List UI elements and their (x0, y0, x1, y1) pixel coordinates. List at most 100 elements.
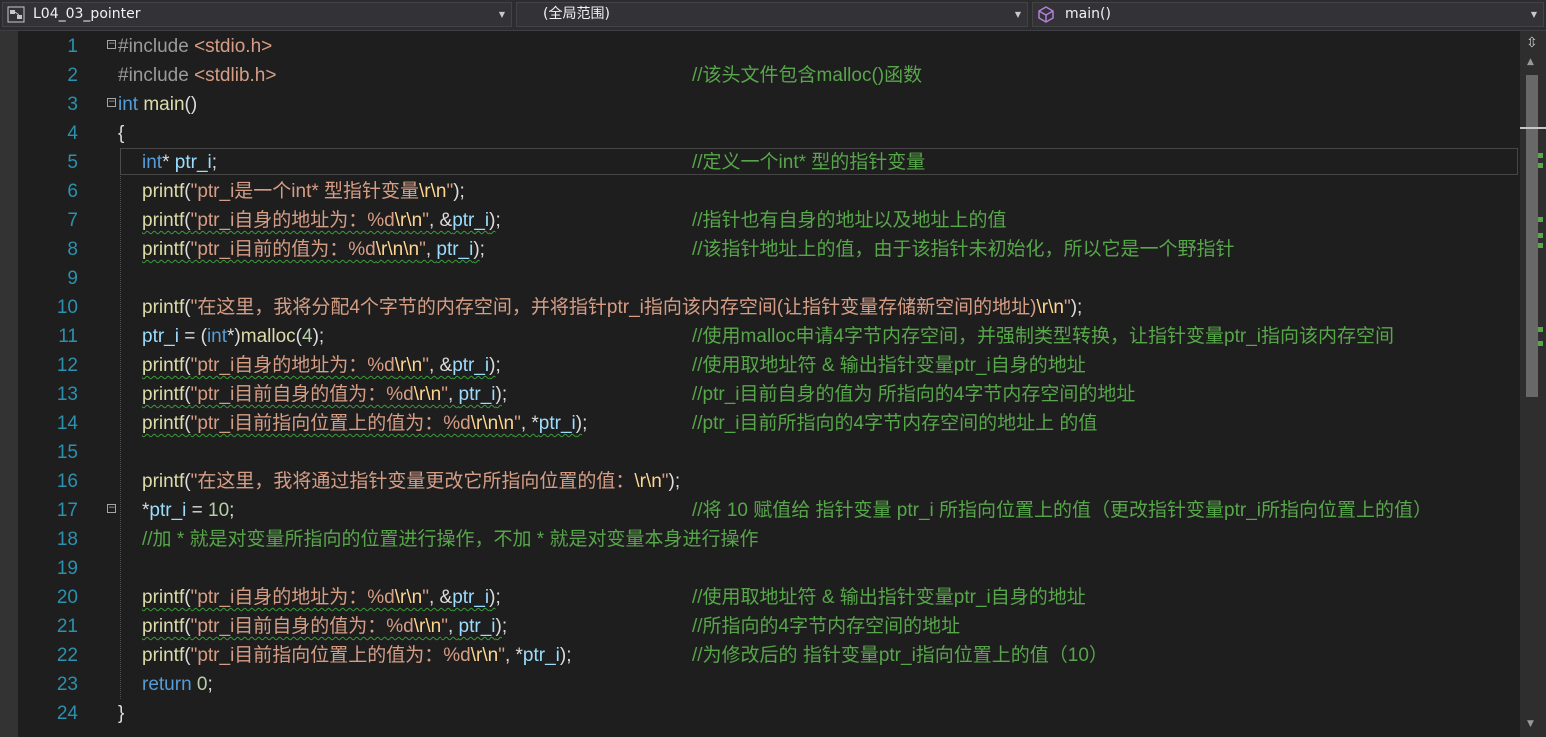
code-line[interactable]: 3 − int main() (0, 90, 1520, 119)
change-marker (1538, 163, 1543, 168)
line-number: 1 (67, 36, 78, 57)
line-number: 21 (56, 616, 78, 637)
chevron-down-icon: ▼ (1530, 10, 1537, 19)
member-dropdown[interactable]: main() ▼ (1032, 2, 1544, 27)
code-line[interactable]: 2 #include <stdlib.h> //该头文件包含malloc()函数 (0, 61, 1520, 90)
project-icon (7, 6, 25, 23)
scroll-up-icon[interactable]: ▲ (1527, 57, 1534, 67)
code-comment: //使用取地址符 & 输出指针变量ptr_i自身的地址 (692, 355, 1086, 376)
collapse-icon[interactable]: − (107, 504, 116, 513)
code-line[interactable]: 14 printf("ptr_i目前指向位置上的值为：%d\r\n\n", *pt… (0, 409, 1520, 438)
line-number: 24 (56, 703, 78, 724)
code-line[interactable]: 4{ (0, 119, 1520, 148)
line-number: 18 (56, 529, 78, 550)
code-text: #include <stdio.h> (118, 36, 273, 57)
navigation-bar: L04_03_pointer ▼ (全局范围) ▼ main() ▼ (0, 0, 1546, 31)
code-text: int main() (118, 94, 198, 115)
code-text: printf("ptr_i是一个int* 型指针变量\r\n"); (142, 181, 465, 202)
code-comment: //该头文件包含malloc()函数 (692, 65, 923, 86)
project-name: L04_03_pointer (33, 6, 141, 22)
line-number: 22 (56, 645, 78, 666)
code-text: return 0; (142, 674, 213, 695)
code-line[interactable]: 21 printf("ptr_i目前自身的值为：%d\r\n", ptr_i); /… (0, 612, 1520, 641)
code-line[interactable]: 16 printf("在这里，我将通过指针变量更改它所指向位置的值：\r\n"); (0, 467, 1520, 496)
method-cube-icon (1038, 6, 1054, 23)
collapse-icon[interactable]: − (107, 98, 116, 107)
line-number: 15 (56, 442, 78, 463)
change-marker (1538, 233, 1543, 238)
code-line[interactable]: 7 printf("ptr_i自身的地址为：%d\r\n", &ptr_i); //… (0, 206, 1520, 235)
line-number: 17 (56, 500, 78, 521)
vertical-scrollbar[interactable]: ⇳ ▲ ▼ (1520, 31, 1546, 737)
code-line[interactable]: 20 printf("ptr_i自身的地址为：%d\r\n", &ptr_i); /… (0, 583, 1520, 612)
code-comment: //将 10 赋值给 指针变量 ptr_i 所指向位置上的值（更改指针变量ptr… (692, 500, 1433, 521)
project-dropdown[interactable]: L04_03_pointer ▼ (2, 2, 512, 27)
code-line[interactable]: 15 (0, 438, 1520, 467)
chevron-down-icon: ▼ (498, 10, 505, 19)
code-text: printf("在这里，我将分配4个字节的内存空间，并将指针ptr_i指向该内存… (142, 297, 1083, 318)
code-text: printf("ptr_i目前指向位置上的值为：%d\r\n", *ptr_i)… (142, 645, 572, 666)
line-number: 2 (67, 65, 78, 86)
code-text: printf("ptr_i自身的地址为：%d\r\n", &ptr_i); (142, 355, 501, 376)
code-editor[interactable]: 1− #include <stdio.h> 2 #include <stdlib.h>… (0, 31, 1520, 737)
change-marker (1538, 341, 1543, 346)
code-line[interactable]: 5 int* ptr_i; //定义一个int* 型的指针变量 (0, 148, 1520, 177)
code-text: printf("ptr_i目前指向位置上的值为：%d\r\n\n", *ptr_… (142, 413, 588, 434)
code-text: { (118, 123, 125, 144)
code-comment: //所指向的4字节内存空间的地址 (692, 616, 961, 637)
code-line[interactable]: 23 return 0; (0, 670, 1520, 699)
code-line[interactable]: 11 ptr_i = (int*)malloc(4); //使用malloc申请4字… (0, 322, 1520, 351)
code-text: //加 * 就是对变量所指向的位置进行操作，不加 * 就是对变量本身进行操作 (142, 529, 759, 550)
change-marker (1538, 327, 1543, 332)
code-text: ptr_i = (int*)malloc(4); (142, 326, 325, 347)
code-line[interactable]: 17 − *ptr_i = 10; //将 10 赋值给 指针变量 ptr_i 所指向… (0, 496, 1520, 525)
scroll-thumb[interactable] (1526, 75, 1538, 397)
code-line[interactable]: 18 //加 * 就是对变量所指向的位置进行操作，不加 * 就是对变量本身进行操作 (0, 525, 1520, 554)
line-number: 20 (56, 587, 78, 608)
code-line[interactable]: 10 printf("在这里，我将分配4个字节的内存空间，并将指针ptr_i指向该… (0, 293, 1520, 322)
code-comment: //ptr_i目前所指向的4字节内存空间的地址上 的值 (692, 413, 1098, 434)
code-line[interactable]: 9 (0, 264, 1520, 293)
line-number: 11 (58, 326, 78, 347)
line-number: 8 (67, 239, 78, 260)
indent-guide (120, 148, 122, 699)
code-line[interactable]: 24} (0, 699, 1520, 728)
change-marker (1538, 217, 1543, 222)
code-comment: //指针也有自身的地址以及地址上的值 (692, 210, 1007, 231)
line-number: 4 (67, 123, 78, 144)
line-number: 3 (67, 94, 78, 115)
code-comment: //该指针地址上的值，由于该指针未初始化，所以它是一个野指针 (692, 239, 1235, 260)
code-comment: //定义一个int* 型的指针变量 (692, 152, 926, 173)
code-text: printf("ptr_i目前的值为：%d\r\n\n", ptr_i); (142, 239, 485, 260)
change-marker (1538, 243, 1543, 248)
code-text: } (118, 703, 125, 724)
code-line[interactable]: 22 printf("ptr_i目前指向位置上的值为：%d\r\n", *ptr_… (0, 641, 1520, 670)
code-line[interactable]: 6 printf("ptr_i是一个int* 型指针变量\r\n"); (0, 177, 1520, 206)
change-marker (1538, 153, 1543, 158)
line-number: 9 (67, 268, 78, 289)
code-text: *ptr_i = 10; (142, 500, 235, 521)
collapse-icon[interactable]: − (107, 40, 116, 49)
code-comment: //为修改后的 指针变量ptr_i指向位置上的值（10） (692, 645, 1108, 666)
code-comment: //ptr_i目前自身的值为 所指向的4字节内存空间的地址 (692, 384, 1136, 405)
code-text: printf("ptr_i目前自身的值为：%d\r\n", ptr_i); (142, 616, 508, 637)
code-text: printf("ptr_i自身的地址为：%d\r\n", &ptr_i); (142, 587, 501, 608)
code-line[interactable]: 19 (0, 554, 1520, 583)
line-number: 16 (56, 471, 78, 492)
code-comment: //使用取地址符 & 输出指针变量ptr_i自身的地址 (692, 587, 1086, 608)
code-line[interactable]: 8 printf("ptr_i目前的值为：%d\r\n\n", ptr_i); //… (0, 235, 1520, 264)
split-window-icon[interactable]: ⇳ (1526, 35, 1538, 51)
scroll-down-icon[interactable]: ▼ (1527, 719, 1534, 729)
scope-dropdown[interactable]: (全局范围) ▼ (516, 2, 1028, 27)
code-text: #include <stdlib.h> (118, 65, 277, 86)
line-number: 6 (67, 181, 78, 202)
code-text: printf("在这里，我将通过指针变量更改它所指向位置的值：\r\n"); (142, 471, 681, 492)
line-number: 23 (56, 674, 78, 695)
code-line[interactable]: 12 printf("ptr_i自身的地址为：%d\r\n", &ptr_i); /… (0, 351, 1520, 380)
line-number: 7 (67, 210, 78, 231)
code-line[interactable]: 13 printf("ptr_i目前自身的值为：%d\r\n", ptr_i); /… (0, 380, 1520, 409)
line-number: 14 (56, 413, 78, 434)
code-line[interactable]: 1 − #include <stdio.h> (0, 32, 1520, 61)
code-comment: //使用malloc申请4字节内存空间，并强制类型转换，让指针变量ptr_i指向… (692, 326, 1394, 347)
line-number: 13 (56, 384, 78, 405)
